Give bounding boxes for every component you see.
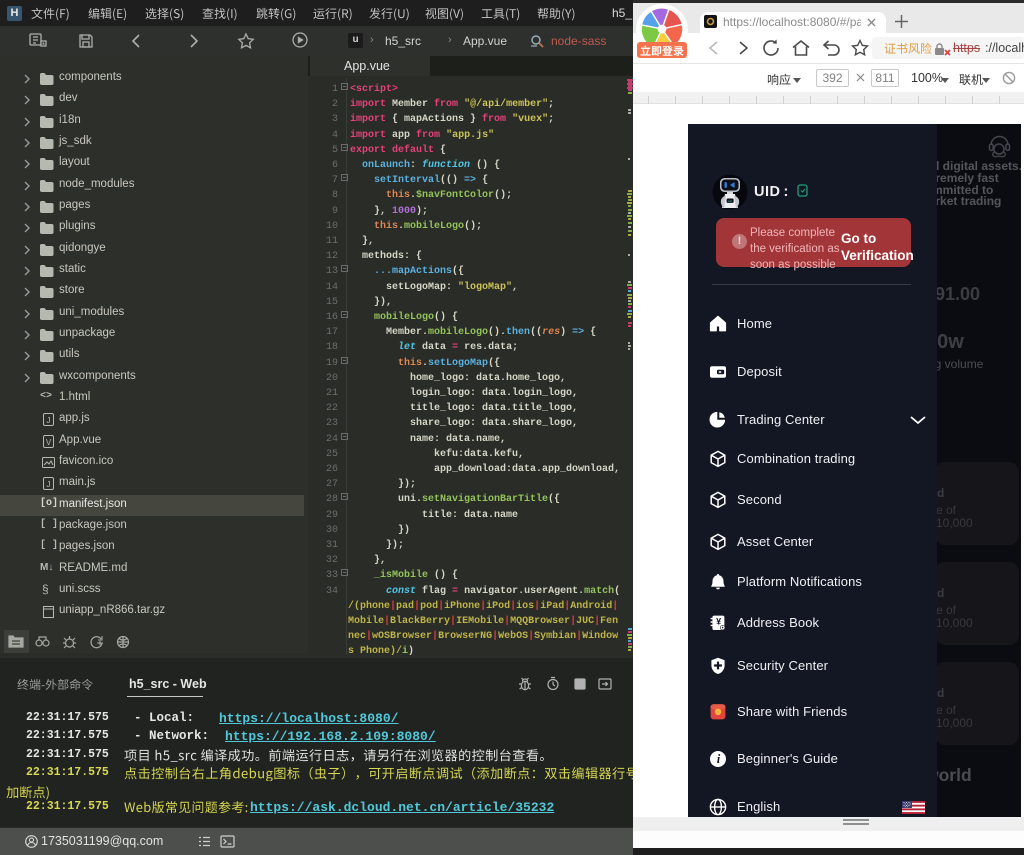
svg-text:V: V [46, 438, 52, 447]
svg-text:J: J [47, 480, 51, 489]
svg-text:i: i [717, 752, 721, 766]
svg-text:J: J [47, 416, 51, 425]
svg-text:¥: ¥ [716, 617, 721, 627]
